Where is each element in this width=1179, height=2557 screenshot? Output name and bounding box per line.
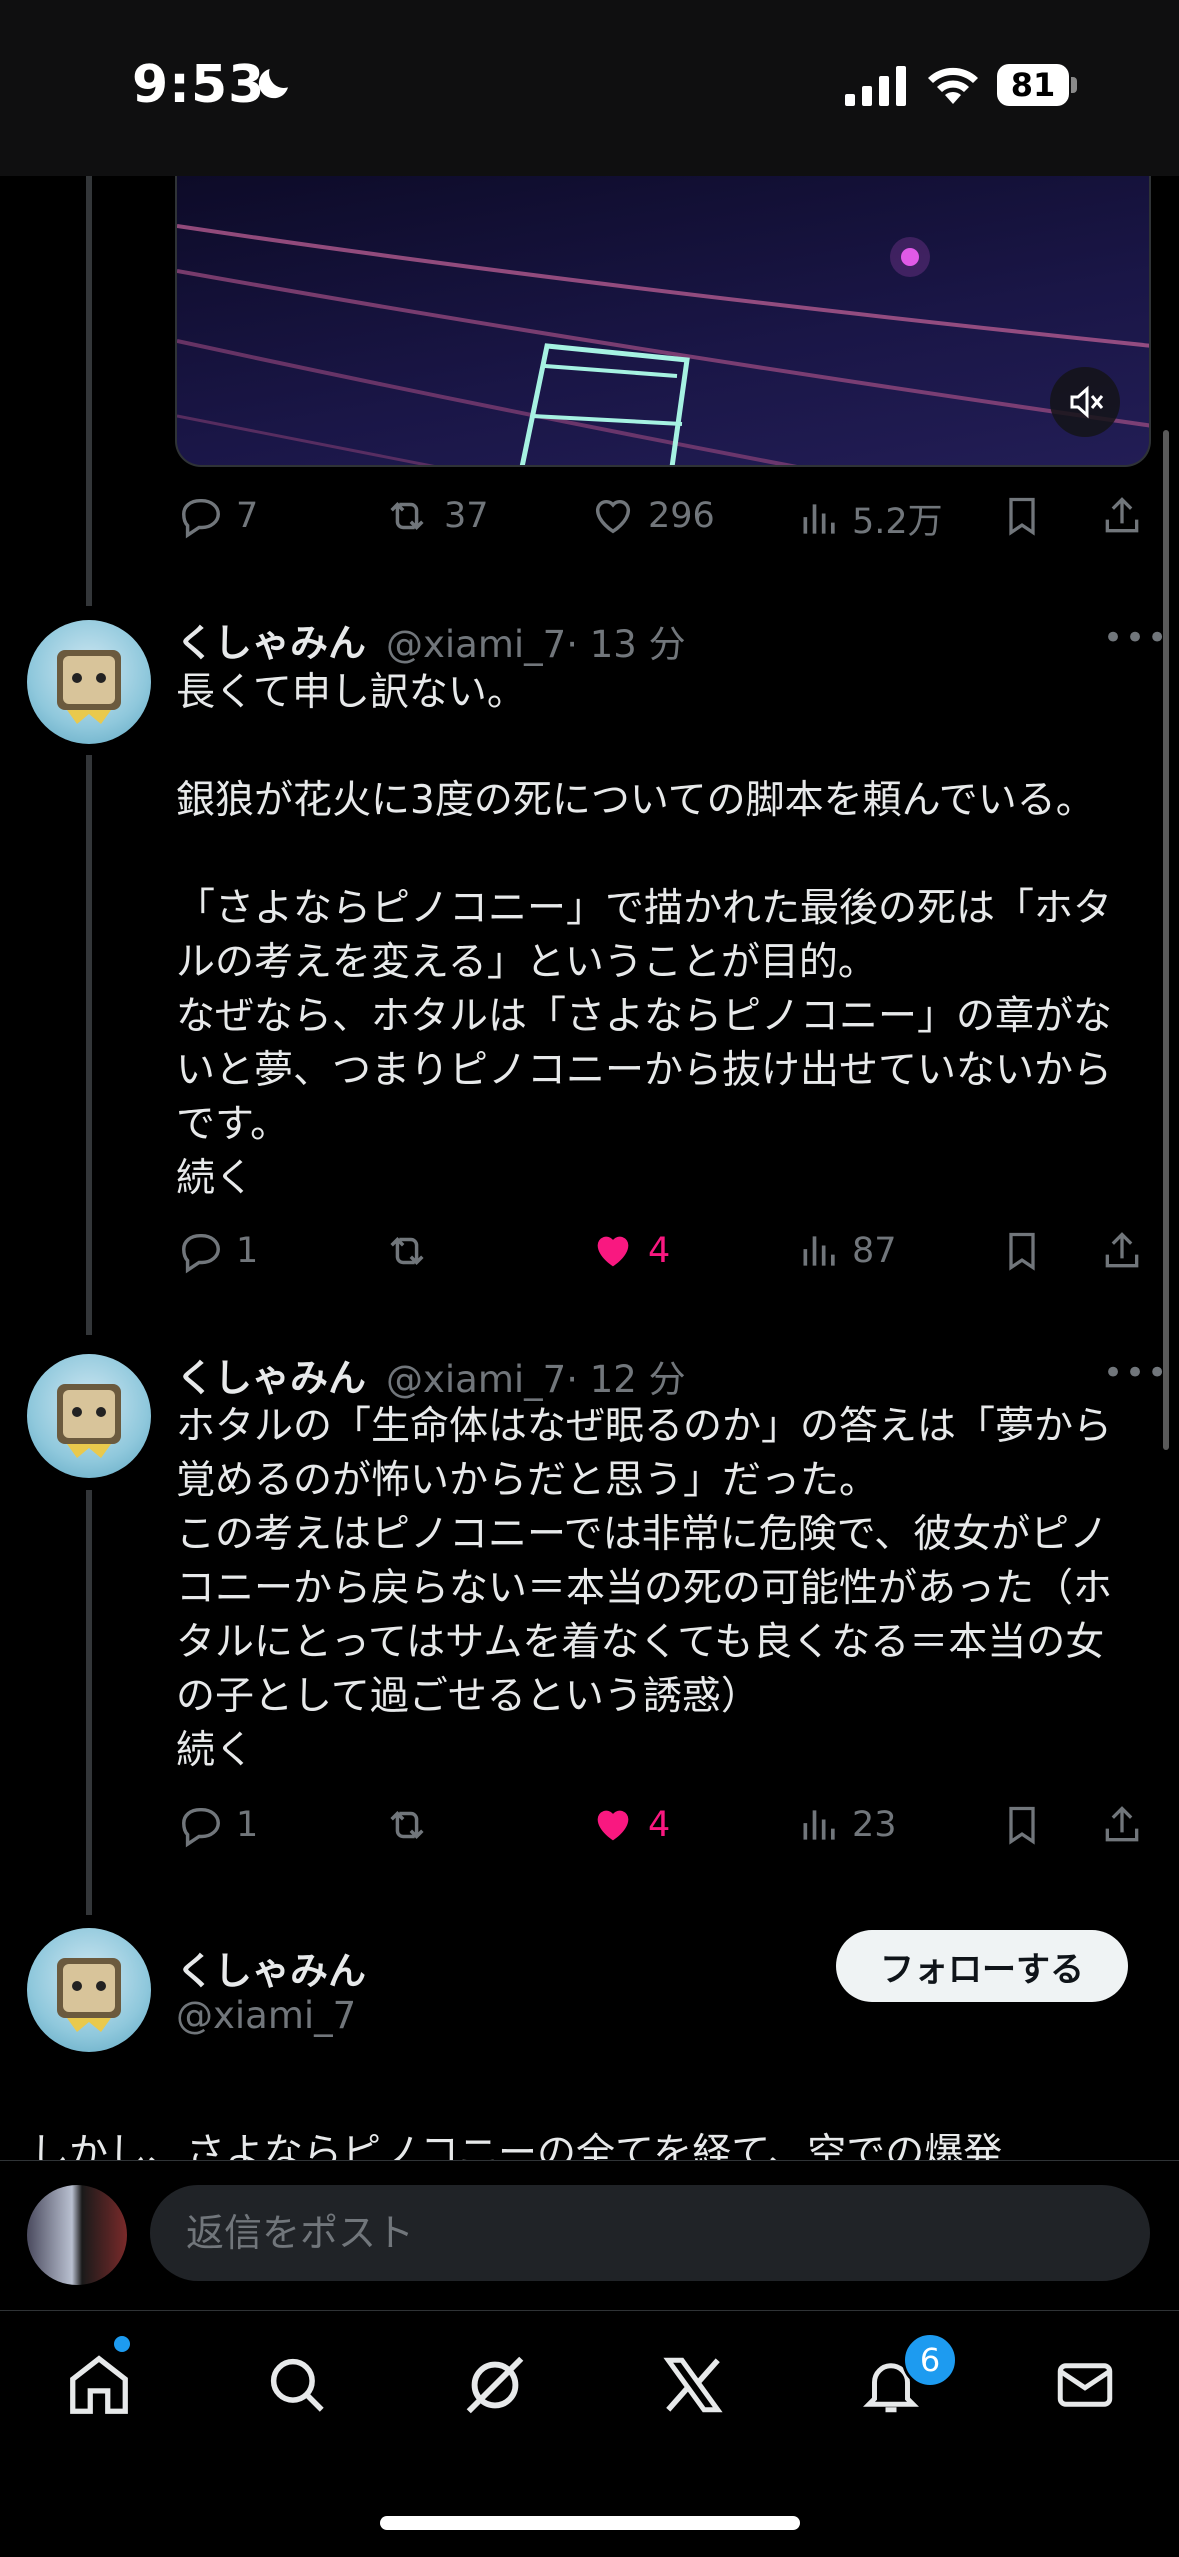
moon-icon (258, 69, 288, 99)
nav-grok[interactable] (450, 2340, 540, 2430)
bookmark-button[interactable] (1000, 493, 1044, 539)
like-count: 4 (648, 1231, 671, 1271)
repost-button[interactable] (380, 1228, 444, 1274)
share-icon (1105, 1232, 1139, 1268)
heart-filled-icon (597, 1236, 629, 1267)
reply-count: 7 (236, 496, 259, 536)
views-button[interactable]: 87 (798, 1228, 897, 1274)
cellular-signal-icon (845, 66, 906, 106)
avatar[interactable] (27, 620, 151, 744)
reply-count: 1 (236, 1231, 259, 1271)
video-frame (177, 224, 1149, 465)
avatar[interactable] (27, 1354, 151, 1478)
views-count: 5.2万 (852, 502, 943, 542)
like-button[interactable]: 296 (588, 493, 715, 539)
reply-button[interactable]: 1 (176, 1228, 258, 1274)
scrollbar[interactable] (1163, 430, 1169, 1450)
reply-icon (182, 1807, 220, 1848)
like-button[interactable]: 4 (588, 1802, 670, 1848)
like-count: 4 (648, 1805, 671, 1845)
views-chart-icon (803, 1810, 835, 1840)
nav-x-premium[interactable] (648, 2340, 738, 2430)
x-logo-icon (663, 2357, 723, 2413)
mute-button[interactable] (1050, 367, 1120, 437)
thread-line (86, 1490, 92, 1915)
author-handle[interactable]: @xiami_7· 13 分 (386, 614, 686, 668)
follow-button[interactable]: フォローする (836, 1930, 1128, 2002)
more-options-button[interactable]: ••• (1103, 618, 1169, 658)
views-count: 23 (852, 1805, 897, 1845)
share-button[interactable] (1100, 1802, 1144, 1848)
reply-icon (182, 1233, 220, 1274)
avatar[interactable] (27, 1928, 151, 2052)
share-button[interactable] (1100, 1228, 1144, 1274)
author-name[interactable]: くしゃみん (176, 612, 366, 667)
battery-level: 81 (997, 64, 1069, 106)
heart-filled-icon (597, 1810, 629, 1841)
reply-input[interactable] (150, 2185, 1150, 2281)
repost-button[interactable]: 37 (380, 493, 489, 539)
search-icon (270, 2358, 324, 2412)
more-options-button[interactable]: ••• (1103, 1353, 1169, 1393)
like-count: 296 (648, 496, 715, 536)
like-button[interactable]: 4 (588, 1228, 670, 1274)
repost-count: 37 (444, 496, 489, 536)
reply-icon (182, 498, 220, 539)
views-button[interactable]: 23 (798, 1802, 897, 1848)
bookmark-icon (1009, 497, 1035, 536)
views-count: 87 (852, 1231, 897, 1271)
nav-messages[interactable] (1040, 2340, 1130, 2430)
share-icon (1105, 1806, 1139, 1842)
reply-count: 1 (236, 1805, 259, 1845)
notifications-badge: 6 (902, 2332, 958, 2388)
handle-text: @xiami_7 (386, 1358, 567, 1401)
wifi-icon (928, 67, 978, 104)
author-handle[interactable]: @xiami_7 (176, 1994, 356, 2037)
home-indicator[interactable] (380, 2516, 800, 2530)
post-video[interactable] (175, 176, 1151, 467)
post-time: · 13 分 (566, 623, 686, 666)
repost-icon (390, 1237, 424, 1265)
thread-line (86, 755, 92, 1335)
avatar-image (57, 1958, 121, 2032)
repost-button[interactable] (380, 1802, 444, 1848)
heart-icon (595, 499, 631, 534)
reply-button[interactable]: 7 (176, 493, 258, 539)
reply-button[interactable]: 1 (176, 1802, 258, 1848)
bookmark-button[interactable] (1000, 1802, 1044, 1848)
share-icon (1105, 497, 1139, 533)
nav-search[interactable] (252, 2340, 342, 2430)
author-name[interactable]: くしゃみん (176, 1347, 366, 1402)
bookmark-icon (1009, 1232, 1035, 1271)
nav-home[interactable] (54, 2340, 144, 2430)
repost-icon (390, 502, 424, 530)
share-button[interactable] (1100, 493, 1144, 539)
current-user-avatar[interactable] (27, 2185, 127, 2285)
post-text: しかし、さよならピノコニーの全てを経て、空での爆発 (30, 2131, 1003, 2160)
battery-cap (1071, 77, 1077, 93)
author-name[interactable]: くしゃみん (176, 1940, 366, 1995)
bookmark-button[interactable] (1000, 1228, 1044, 1274)
views-chart-icon (803, 503, 835, 534)
thread-line (86, 176, 92, 606)
avatar-image (57, 1384, 121, 1458)
home-new-dot (114, 2336, 130, 2352)
grok-icon (466, 2356, 524, 2414)
bookmark-icon (1009, 1806, 1035, 1845)
post-text: 長くて申し訳ない。 銀狼が花火に3度の死についての脚本を頼んでいる。 「さよなら… (176, 670, 1113, 1201)
repost-icon (390, 1811, 424, 1839)
handle-text: @xiami_7 (386, 623, 567, 666)
avatar-image (57, 650, 121, 724)
status-bar: 9:53 81 (0, 0, 1179, 176)
views-chart-icon (803, 1236, 835, 1266)
post-text: ホタルの「生命体はなぜ眠るのか」の答えは「夢から覚めるのが怖いからだと思う」だっ… (176, 1404, 1113, 1773)
volume-muted-icon (1070, 385, 1104, 419)
post-time: · 12 分 (566, 1358, 686, 1401)
status-time: 9:53 (132, 55, 266, 115)
mail-icon (1057, 2363, 1113, 2407)
author-handle[interactable]: @xiami_7· 12 分 (386, 1349, 686, 1403)
home-icon (70, 2355, 128, 2414)
views-button[interactable]: 5.2万 (798, 493, 943, 544)
